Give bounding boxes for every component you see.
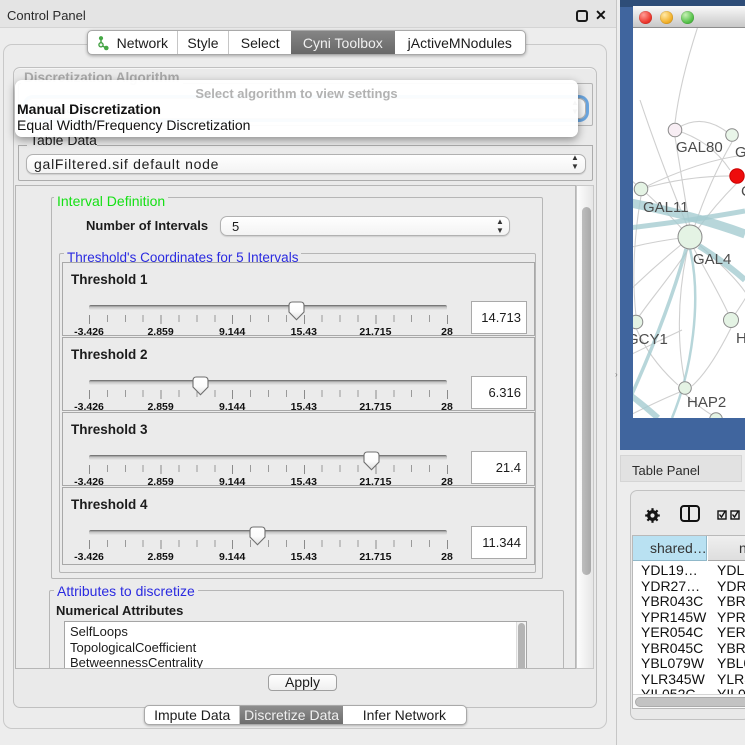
svg-text:H: H — [736, 330, 745, 347]
svg-text:G: G — [735, 144, 745, 161]
svg-text:HAP2: HAP2 — [687, 394, 726, 411]
svg-text:C: C — [741, 183, 745, 200]
svg-text:GAL80: GAL80 — [676, 139, 723, 156]
svg-text:GAL4: GAL4 — [693, 251, 731, 268]
svg-text:GAL11: GAL11 — [643, 199, 689, 216]
svg-text:GCY1: GCY1 — [633, 331, 668, 348]
